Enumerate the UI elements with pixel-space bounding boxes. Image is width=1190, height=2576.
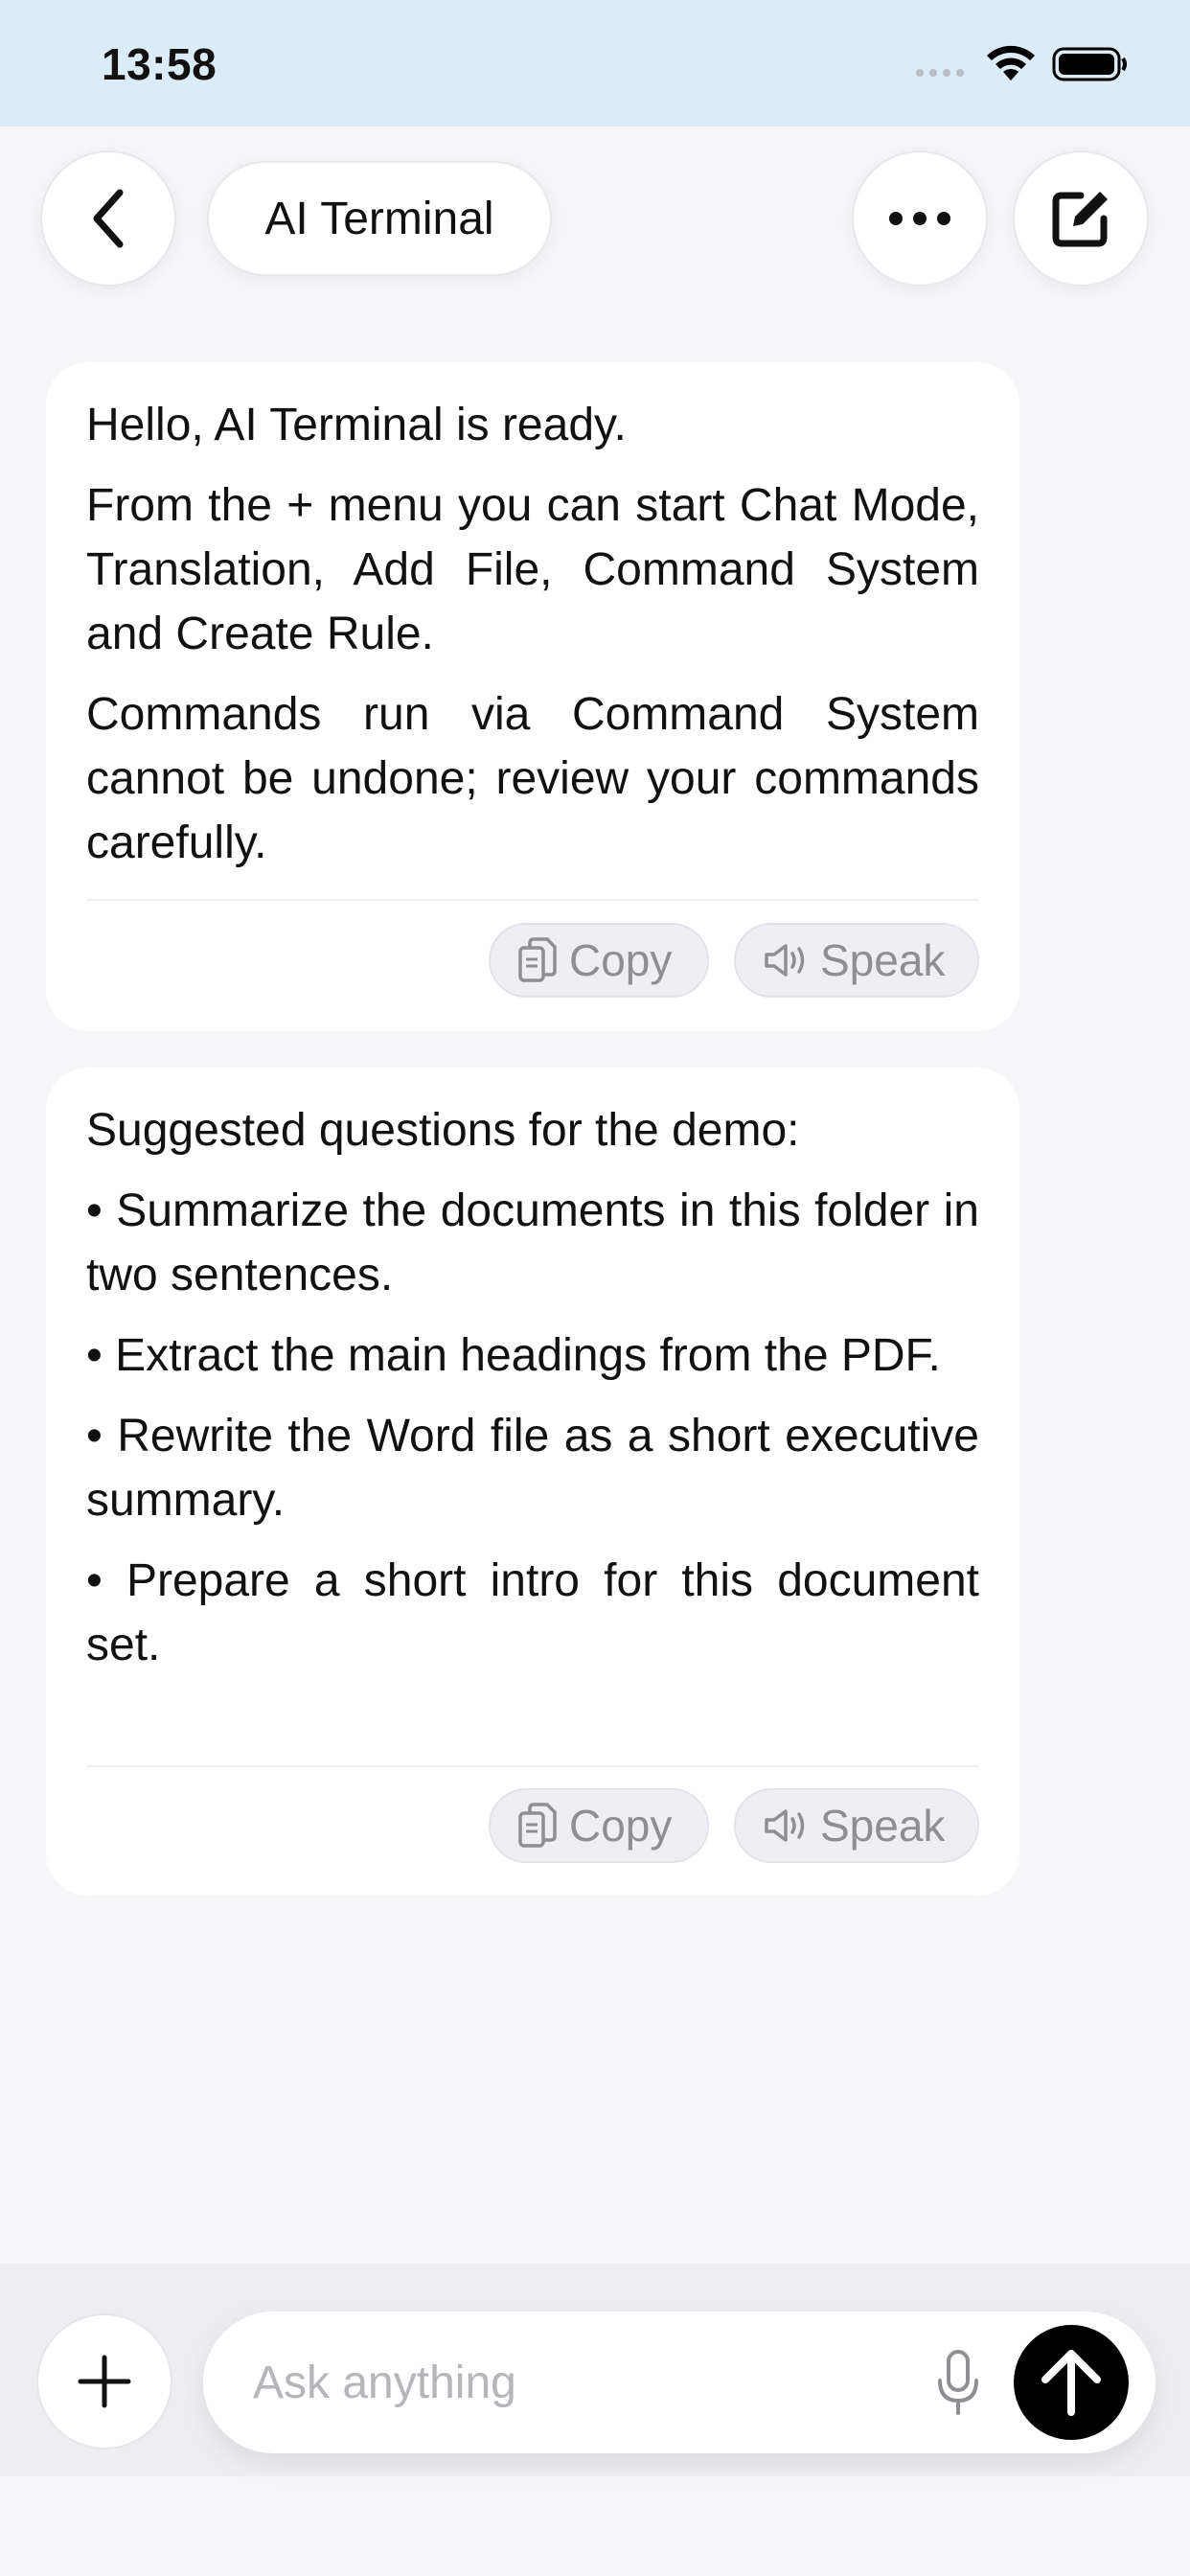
copy-label: Copy [569,1801,673,1851]
copy-button[interactable]: Copy [489,1788,709,1863]
cellular-signal-icon [916,69,964,77]
wifi-icon [987,45,1035,80]
speak-button[interactable]: Speak [734,1788,979,1863]
new-chat-button[interactable] [1013,150,1149,287]
home-indicator-area [0,2476,1190,2576]
speak-label: Speak [820,935,946,985]
speaker-icon [765,1809,805,1842]
divider [86,1765,979,1767]
copy-icon [518,1803,557,1848]
message-actions: Copy Speak [489,1788,979,1863]
speak-label: Speak [820,1801,946,1851]
chat-title: AI Terminal [264,193,494,244]
suggestion-item: • Extract the main headings from the PDF… [86,1330,941,1381]
assistant-message: Hello, AI Terminal is ready. From the + … [46,362,1019,1031]
suggestion-item: • Prepare a short intro for this documen… [86,1555,979,1670]
copy-button[interactable]: Copy [489,923,709,998]
suggestion-item: • Summarize the documents in this folder… [86,1185,979,1300]
status-bar: 13:58 [0,0,1190,126]
plus-icon [78,2355,131,2408]
status-time: 13:58 [102,39,217,89]
arrow-up-icon [1041,2350,1101,2416]
send-button[interactable] [1014,2325,1129,2440]
message-input-container [203,2312,1156,2453]
message-actions: Copy Speak [489,923,979,998]
divider [86,899,979,901]
chevron-left-icon [93,189,124,248]
assistant-message: Suggested questions for the demo: • Summ… [46,1068,1019,1896]
message-paragraph: Commands run via Command System cannot b… [86,689,979,868]
message-paragraph: Hello, AI Terminal is ready. [86,400,627,450]
microphone-button[interactable] [920,2344,996,2421]
message-paragraph: From the + menu you can start Chat Mode,… [86,480,979,659]
microphone-icon [938,2350,978,2415]
battery-icon [1052,47,1127,81]
speak-button[interactable]: Speak [734,923,979,998]
more-button[interactable] [852,150,988,287]
suggestion-item: • Rewrite the Word file as a short execu… [86,1411,979,1526]
message-input[interactable] [253,2354,866,2411]
ellipsis-icon [889,212,950,225]
back-button[interactable] [40,150,176,287]
add-menu-button[interactable] [36,2313,172,2450]
copy-label: Copy [569,935,673,985]
message-paragraph: Suggested questions for the demo: [86,1105,800,1156]
speaker-icon [765,944,805,977]
chat-title-button[interactable]: AI Terminal [207,161,552,276]
compose-icon [1052,192,1108,247]
copy-icon [518,937,557,982]
